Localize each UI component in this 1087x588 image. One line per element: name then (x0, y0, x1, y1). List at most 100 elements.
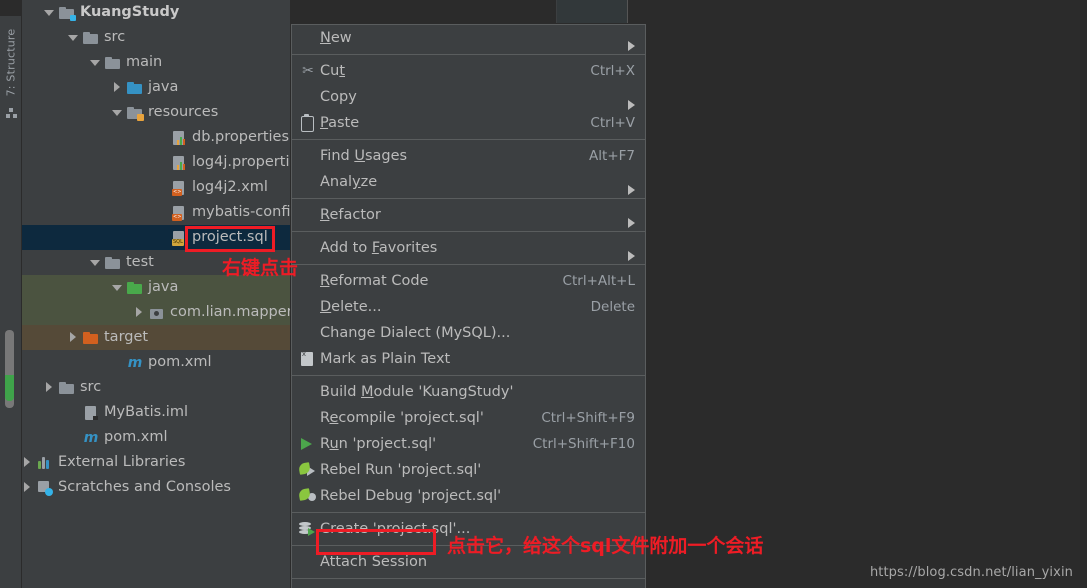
paste-icon (296, 114, 320, 132)
menu-item-mnemonic: N (320, 30, 331, 46)
editor-tab-strip (290, 0, 1087, 24)
annotation-attach-session: 点击它，给这个sql文件附加一个会话 (447, 535, 764, 557)
tree-row-label: MyBatis.iml (104, 404, 188, 420)
menu-item[interactable]: Recompile 'project.sql' Ctrl+Shift+F9 (292, 405, 645, 431)
menu-item-label: Refactor (320, 202, 597, 228)
menu-item[interactable]: Find Usages Alt+F7 (292, 143, 645, 169)
editor-tab[interactable] (556, 0, 628, 23)
menu-item-label-post: n 'project.sql' (338, 436, 437, 452)
menu-item[interactable]: Reformat Code Ctrl+Alt+L (292, 268, 645, 294)
menu-item[interactable]: Rebel Run 'project.sql' (292, 457, 645, 483)
structure-tool-label: 7: Structure (4, 28, 18, 97)
tree-row[interactable]: m pom.xml (22, 350, 290, 375)
tree-row[interactable]: com.lian.mapper (22, 300, 290, 325)
tree-row[interactable]: External Libraries (22, 450, 290, 475)
menu-icon-empty (296, 174, 320, 190)
menu-item-label: Delete... (320, 294, 575, 320)
menu-item-shortcut: Delete (590, 299, 635, 315)
tree-row[interactable]: <> log4j2.xml (22, 175, 290, 200)
chevron-right-icon[interactable] (22, 482, 33, 493)
menu-item-label: Rebel Run 'project.sql' (320, 457, 619, 483)
tree-row[interactable]: resources (22, 100, 290, 125)
chevron-down-icon[interactable] (44, 7, 55, 18)
structure-icon[interactable] (6, 108, 17, 119)
maven-file-icon: m (83, 429, 99, 446)
chevron-down-icon[interactable] (68, 32, 79, 43)
tree-row[interactable]: java (22, 75, 290, 100)
module-folder-icon (59, 5, 76, 21)
tree-row-label: src (104, 29, 126, 45)
tree-row[interactable]: log4j.properties (22, 150, 290, 175)
menu-item[interactable]: Add to Favorites (292, 235, 645, 261)
menu-item-label: Cut (320, 58, 574, 84)
menu-icon-empty (296, 299, 320, 315)
menu-item[interactable]: Build Module 'KuangStudy' (292, 379, 645, 405)
menu-separator (292, 139, 645, 140)
chevron-right-icon[interactable] (134, 307, 145, 318)
menu-item[interactable]: Paste Ctrl+V (292, 110, 645, 136)
xml-file-icon: <> (171, 180, 187, 196)
tree-row[interactable]: src (22, 375, 290, 400)
menu-item[interactable]: Analyze (292, 169, 645, 195)
tree-row[interactable]: db.properties (22, 125, 290, 150)
tree-row-label: External Libraries (58, 454, 186, 470)
chevron-right-icon[interactable] (68, 332, 79, 343)
menu-item-label-pre: Change Dialect (MySQL)... (320, 325, 511, 341)
libraries-icon (37, 455, 53, 471)
chevron-down-icon[interactable] (90, 257, 101, 268)
tree-row[interactable]: SQL project.sql (22, 225, 290, 250)
tree-row-label: main (126, 54, 163, 70)
left-toolwindow-bar: 7: Structure (0, 0, 22, 588)
chevron-down-icon[interactable] (112, 107, 123, 118)
menu-item[interactable]: Copy (292, 84, 645, 110)
sql-file-icon: SQL (171, 230, 187, 246)
menu-item[interactable]: Change Dialect (MySQL)... (292, 320, 645, 346)
sidebar-item-structure[interactable]: 7: Structure (5, 18, 18, 108)
project-tree[interactable]: KuangStudy src main java resources db.propert… (22, 0, 290, 588)
tree-row[interactable]: MyBatis.iml (22, 400, 290, 425)
menu-item[interactable]: Delete... Delete (292, 294, 645, 320)
menu-item-mnemonic: U (354, 148, 365, 164)
rebel-run-icon (296, 462, 320, 478)
tree-row-label: test (126, 254, 154, 270)
tree-row-label: KuangStudy (80, 4, 180, 20)
menu-item-label-post: ew (330, 30, 352, 46)
menu-item-label-pre: Cu (320, 63, 340, 79)
chevron-down-icon[interactable] (112, 282, 123, 293)
menu-item-label-pre: Mark as Plain Text (320, 351, 451, 367)
menu-item-label-post: aste (328, 115, 360, 131)
menu-item[interactable]: New (292, 25, 645, 51)
menu-item-label-pre: Rebel Debug 'project.sql' (320, 488, 502, 504)
tree-row[interactable]: main (22, 50, 290, 75)
menu-item-label-post: compile 'project.sql' (338, 410, 484, 426)
menu-item[interactable]: ✂ Cut Ctrl+X (292, 58, 645, 84)
context-menu[interactable]: New ✂ Cut Ctrl+X Copy Paste Ctrl+V Find Usages A… (291, 24, 646, 588)
menu-item[interactable]: Refactor (292, 202, 645, 228)
chevron-right-icon[interactable] (112, 82, 123, 93)
chevron-right-icon[interactable] (44, 382, 55, 393)
annotation-right-click: 右键点击 (222, 257, 299, 279)
tree-row[interactable]: <> mybatis-config.xml (22, 200, 290, 225)
chevron-down-icon[interactable] (90, 57, 101, 68)
tree-row[interactable]: src (22, 25, 290, 50)
menu-item[interactable]: Mark as Plain Text (292, 346, 645, 372)
chevron-right-icon[interactable] (22, 457, 33, 468)
menu-item-label: Analyze (320, 169, 597, 195)
tree-row[interactable]: m pom.xml (22, 425, 290, 450)
menu-item[interactable]: Show in Explorer (292, 582, 645, 588)
tree-row[interactable]: Scratches and Consoles (22, 475, 290, 500)
menu-item-shortcut: Ctrl+V (590, 115, 635, 131)
tree-row[interactable]: target (22, 325, 290, 350)
tree-row[interactable]: KuangStudy (22, 0, 290, 25)
menu-item[interactable]: Rebel Debug 'project.sql' (292, 483, 645, 509)
menu-item-label-pre: Build (320, 384, 362, 400)
menu-item[interactable]: Run 'project.sql' Ctrl+Shift+F10 (292, 431, 645, 457)
rebel-debug-icon (296, 488, 320, 504)
